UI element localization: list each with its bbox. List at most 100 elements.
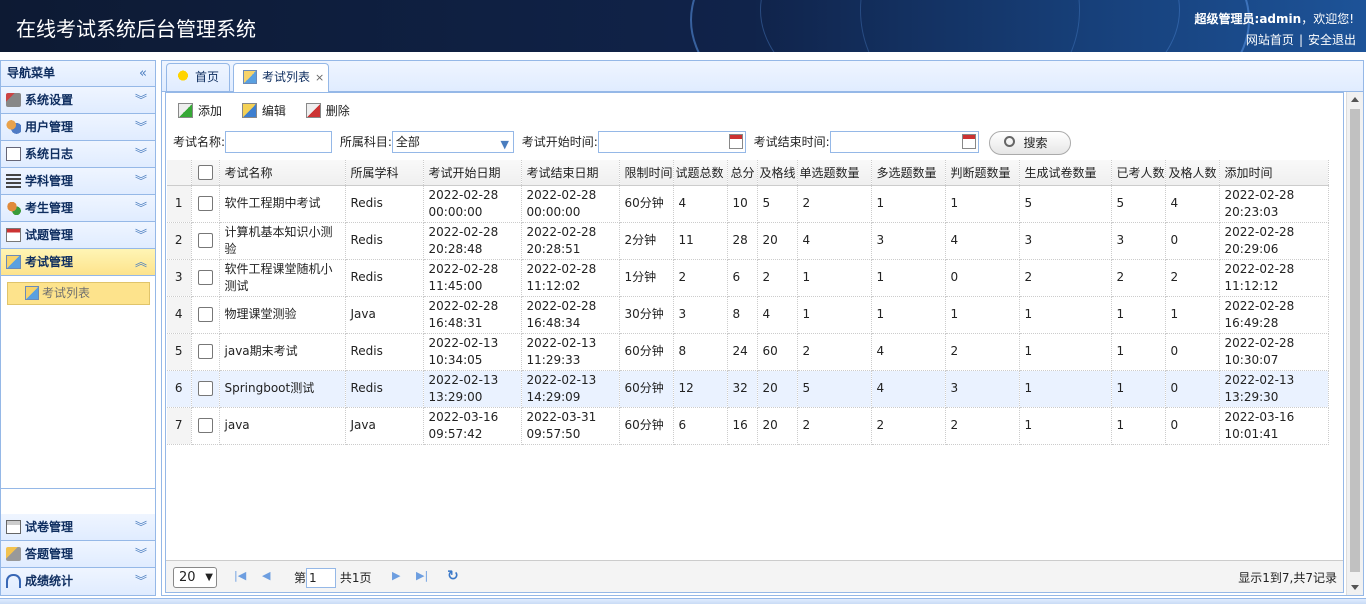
row-checkbox[interactable] — [191, 296, 220, 334]
last-page-icon[interactable]: ▶| — [416, 569, 428, 582]
scroll-up-icon[interactable] — [1351, 97, 1359, 102]
column-header[interactable]: 及格人数 — [1165, 160, 1220, 186]
calendar-icon[interactable] — [961, 134, 976, 149]
table-row[interactable]: 7 java Java 2022-03-16 09:57:42 2022-03-… — [167, 407, 1329, 445]
close-icon[interactable]: × — [315, 71, 324, 84]
edit-button[interactable]: 编辑 — [240, 99, 286, 123]
cell-multi-count: 2 — [871, 407, 946, 445]
page-size-select[interactable]: 20 ▼ — [173, 567, 217, 588]
chevron-down-icon: ︾ — [134, 574, 147, 588]
calendar-icon[interactable] — [728, 134, 743, 149]
home-link[interactable]: 网站首页 — [1246, 33, 1294, 47]
cell-exam-name: 物理课堂测验 — [219, 296, 346, 334]
column-header[interactable]: 单选题数量 — [797, 160, 872, 186]
cell-start-date: 2022-02-28 20:28:48 — [423, 222, 522, 260]
checkbox[interactable] — [197, 418, 213, 433]
column-header[interactable]: 添加时间 — [1219, 160, 1329, 186]
first-page-icon[interactable]: |◀ — [234, 569, 246, 582]
row-checkbox[interactable] — [191, 222, 220, 260]
cell-exam-name: 计算机基本知识小测验 — [219, 222, 346, 260]
sidebar-item-exam-management[interactable]: 考试管理 ︽ — [1, 249, 155, 276]
page-size-value: 20 — [179, 570, 196, 585]
column-header[interactable]: 多选题数量 — [871, 160, 946, 186]
table-row[interactable]: 6 Springboot测试 Redis 2022-02-13 13:29:00… — [167, 370, 1329, 408]
sidebar-item-user-management[interactable]: 用户管理 ︾ — [1, 114, 155, 141]
page-number-input[interactable]: 1 — [306, 568, 337, 588]
scroll-down-icon[interactable] — [1351, 585, 1359, 590]
row-checkbox[interactable] — [191, 370, 220, 408]
datagrid: 添加 编辑 删除 考试名称: 所属科目: 全部 ▼ 考试开始时间: 考试结束时间: … — [165, 92, 1344, 593]
checkbox[interactable] — [197, 344, 213, 359]
sidebar-item-answer-management[interactable]: 答题管理 ︾ — [1, 541, 155, 568]
table-row[interactable]: 3 软件工程课堂随机小测试 Redis 2022-02-28 11:45:00 … — [167, 259, 1329, 297]
sidebar-item-label: 系统设置 — [25, 93, 74, 107]
end-time-input[interactable] — [829, 131, 979, 153]
checkbox[interactable] — [197, 381, 213, 396]
checkbox[interactable] — [197, 196, 213, 211]
column-header[interactable]: 判断题数量 — [945, 160, 1020, 186]
chevron-down-icon: ︾ — [134, 174, 147, 188]
sidebar-item-student-management[interactable]: 考生管理 ︾ — [1, 195, 155, 222]
cell-taken-count: 5 — [1111, 185, 1166, 223]
table-row[interactable]: 1 软件工程期中考试 Redis 2022-02-28 00:00:00 202… — [167, 185, 1329, 223]
start-time-input[interactable] — [597, 131, 746, 153]
sidebar-item-system-log[interactable]: 系统日志 ︾ — [1, 141, 155, 168]
row-checkbox[interactable] — [191, 333, 220, 371]
cell-end-date: 2022-02-28 11:12:02 — [521, 259, 620, 297]
table-row[interactable]: 2 计算机基本知识小测验 Redis 2022-02-28 20:28:48 2… — [167, 222, 1329, 260]
bulb-icon — [176, 70, 190, 84]
row-checkbox[interactable] — [191, 185, 220, 223]
sidebar-item-subject-management[interactable]: 学科管理 ︾ — [1, 168, 155, 195]
checkbox[interactable] — [197, 307, 213, 322]
column-header[interactable]: 总分 — [727, 160, 758, 186]
collapse-icon[interactable]: « — [139, 61, 147, 86]
select-all-checkbox[interactable] — [191, 160, 220, 186]
subject-select[interactable]: 全部 ▼ — [391, 131, 514, 153]
cell-paper-count: 1 — [1019, 370, 1112, 408]
sidebar-item-score-statistics[interactable]: 成绩统计 ︾ — [1, 568, 155, 595]
cell-multi-count: 1 — [871, 296, 946, 334]
checkbox[interactable] — [197, 164, 213, 180]
cell-multi-count: 1 — [871, 259, 946, 297]
column-header[interactable]: 生成试卷数量 — [1019, 160, 1112, 186]
prev-page-icon[interactable]: ◀ — [262, 569, 270, 582]
column-header[interactable]: 限制时间 — [619, 160, 674, 186]
sidebar-item-question-management[interactable]: 试题管理 ︾ — [1, 222, 155, 249]
delete-button[interactable]: 删除 — [304, 99, 350, 123]
logout-link[interactable]: 安全退出 — [1308, 33, 1356, 47]
tab-label: 考试列表 — [262, 70, 311, 84]
cell-judge-count: 4 — [945, 222, 1020, 260]
column-header[interactable]: 考试结束日期 — [521, 160, 620, 186]
column-header[interactable]: 考试开始日期 — [423, 160, 522, 186]
refresh-icon[interactable]: ↻ — [447, 568, 459, 584]
cell-question-total: 4 — [673, 185, 728, 223]
next-page-icon[interactable]: ▶ — [392, 569, 400, 582]
checkbox[interactable] — [197, 270, 213, 285]
column-header[interactable]: 考试名称 — [219, 160, 346, 186]
exam-name-input[interactable] — [225, 131, 333, 153]
row-checkbox[interactable] — [191, 259, 220, 297]
cell-exam-name: 软件工程课堂随机小测试 — [219, 259, 346, 297]
checkbox[interactable] — [197, 233, 213, 248]
sidebar-subitem-exam-list[interactable]: 考试列表 — [7, 282, 150, 305]
start-time-label: 考试开始时间: — [521, 135, 598, 149]
tab-home[interactable]: 首页 — [166, 63, 230, 91]
column-header[interactable]: 试题总数 — [673, 160, 728, 186]
table-row[interactable]: 5 java期末考试 Redis 2022-02-13 10:34:05 202… — [167, 333, 1329, 371]
add-label: 添加 — [198, 104, 223, 118]
column-header[interactable]: 及格线 — [757, 160, 798, 186]
sidebar-item-system-settings[interactable]: 系统设置 ︾ — [1, 87, 155, 114]
page-prefix: 第 — [294, 571, 307, 585]
sidebar-item-paper-management[interactable]: 试卷管理 ︾ — [1, 514, 155, 541]
cell-total-score: 10 — [727, 185, 758, 223]
tab-exam-list[interactable]: 考试列表 × — [233, 63, 329, 93]
search-button[interactable]: 搜索 — [988, 131, 1071, 155]
scroll-thumb[interactable] — [1350, 109, 1360, 572]
column-header[interactable]: 已考人数 — [1111, 160, 1166, 186]
vertical-scrollbar[interactable] — [1346, 92, 1363, 595]
row-checkbox[interactable] — [191, 407, 220, 445]
column-header[interactable]: 所属学科 — [345, 160, 424, 186]
table-row[interactable]: 4 物理课堂测验 Java 2022-02-28 16:48:31 2022-0… — [167, 296, 1329, 334]
toolbar: 添加 编辑 删除 — [176, 99, 364, 123]
add-button[interactable]: 添加 — [176, 99, 222, 123]
